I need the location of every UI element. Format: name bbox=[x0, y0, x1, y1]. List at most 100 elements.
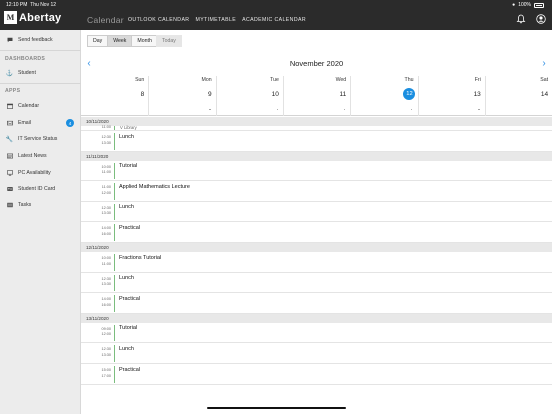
event-color-bar bbox=[114, 126, 115, 130]
sidebar-item-tasks[interactable]: Tasks bbox=[6, 198, 78, 212]
today-date-number: 12 bbox=[403, 88, 416, 100]
event-color-bar bbox=[114, 162, 115, 180]
sidebar-divider bbox=[0, 50, 81, 51]
event-row[interactable]: 15:00 17:00 Practical bbox=[81, 364, 552, 385]
day-column[interactable]: Thu 12 bbox=[350, 76, 417, 116]
send-feedback-item[interactable]: Send feedback bbox=[6, 33, 78, 47]
sidebar-item-student[interactable]: ⚓ Student bbox=[6, 66, 78, 80]
event-title: Tutorial bbox=[119, 163, 138, 170]
event-start-time: 15:00 bbox=[101, 368, 111, 372]
event-color-bar bbox=[114, 345, 115, 362]
day-number: 10 bbox=[271, 91, 279, 98]
tasks-icon bbox=[6, 202, 13, 208]
student-label: Student bbox=[18, 70, 36, 76]
event-start-time: 12:30 bbox=[101, 347, 111, 352]
nav-mytimetable[interactable]: MYTIMETABLE bbox=[195, 17, 236, 23]
send-feedback-label: Send feedback bbox=[18, 37, 53, 43]
event-end-time: 12:00 bbox=[101, 190, 111, 195]
day-number: 9 bbox=[207, 91, 212, 98]
app-logo[interactable]: M Abertay bbox=[4, 11, 61, 24]
event-title: Lunch bbox=[119, 345, 134, 352]
view-tabs: Day Week Month bbox=[87, 35, 158, 47]
profile-icon[interactable] bbox=[536, 14, 546, 24]
event-start-time: 11:00 bbox=[101, 185, 111, 190]
day-name: Wed bbox=[335, 77, 347, 83]
tab-day[interactable]: Day bbox=[87, 35, 109, 47]
event-row[interactable]: 10:00 11:00 Fractions Tutorial bbox=[81, 252, 552, 273]
month-title: November 2020 bbox=[289, 59, 344, 68]
sidebar-divider bbox=[0, 83, 81, 84]
date-header: 12/11/2020 bbox=[81, 243, 552, 252]
event-start-time: 10:00 bbox=[101, 164, 111, 169]
event-end-time: 16:00 bbox=[101, 231, 111, 236]
sidebar-item-calendar[interactable]: Calendar bbox=[6, 99, 78, 113]
event-end-time: 11:00 bbox=[101, 261, 111, 266]
sidebar-item-label: Tasks bbox=[18, 202, 32, 208]
day-number: 8 bbox=[140, 91, 145, 98]
sidebar-item-student-id-card[interactable]: Student ID Card bbox=[6, 182, 78, 196]
event-row[interactable]: 12:30 13:30 Lunch bbox=[81, 131, 552, 152]
battery-icon bbox=[534, 2, 544, 8]
day-column[interactable]: Sun 8 bbox=[81, 76, 148, 116]
event-end-time: 16:00 bbox=[101, 302, 111, 307]
nav-outlook-calendar[interactable]: OUTLOOK CALENDAR bbox=[128, 17, 189, 23]
news-icon bbox=[6, 153, 13, 159]
event-end-time: 17:00 bbox=[101, 373, 111, 378]
event-end-time: 13:30 bbox=[101, 211, 111, 216]
day-number: 13 bbox=[473, 91, 481, 98]
event-row[interactable]: 14:00 16:00 Practical bbox=[81, 293, 552, 314]
day-column[interactable]: Sat 14 bbox=[484, 76, 552, 116]
day-column[interactable]: Fri 13 bbox=[417, 76, 485, 116]
event-row[interactable]: 11:00 12:00 Applied Mathematics Lecture bbox=[81, 181, 552, 202]
event-title: Fractions Tutorial bbox=[119, 254, 162, 261]
event-color-bar bbox=[114, 183, 115, 200]
header-nav: OUTLOOK CALENDAR MYTIMETABLE ACADEMIC CA… bbox=[128, 17, 306, 23]
anchor-icon: ⚓ bbox=[5, 70, 14, 77]
day-name: Sun bbox=[135, 77, 145, 83]
event-title: Lunch bbox=[119, 204, 134, 211]
bell-icon[interactable] bbox=[516, 14, 526, 24]
sidebar-item-email[interactable]: Email 4 bbox=[6, 116, 78, 130]
date-header: 13/11/2020 bbox=[81, 313, 552, 323]
event-row[interactable]: 10:00 11:00 Tutorial bbox=[81, 161, 552, 182]
sidebar-item-label: PC Availability bbox=[18, 170, 51, 176]
event-row[interactable]: 12:30 13:30 Lunch bbox=[81, 273, 552, 294]
page-title: Calendar bbox=[87, 15, 124, 25]
email-count-badge: 4 bbox=[66, 119, 74, 127]
calendar-main: Day Week Month Today ‹ November 2020 › S… bbox=[81, 30, 552, 414]
day-column[interactable]: Tue 10 bbox=[215, 76, 283, 116]
event-row[interactable]: 12:30 13:30 Lunch bbox=[81, 202, 552, 223]
event-color-bar bbox=[114, 224, 115, 241]
day-name: Tue bbox=[270, 77, 279, 83]
logo-text: Abertay bbox=[19, 11, 62, 24]
next-month-icon[interactable]: › bbox=[539, 58, 549, 70]
event-end-time: 13:30 bbox=[101, 140, 111, 145]
day-column[interactable]: Wed 11 bbox=[282, 76, 350, 116]
email-icon bbox=[6, 120, 13, 126]
top-bar: 12:10 PM Thu Nov 12 ● 100% M Abertay Cal… bbox=[0, 0, 552, 30]
sidebar-item-pc-availability[interactable]: PC Availability bbox=[6, 166, 78, 180]
tab-month[interactable]: Month bbox=[132, 35, 158, 47]
event-color-bar bbox=[114, 366, 115, 383]
sidebar-item-it-service-status[interactable]: 🔧 IT Service Status bbox=[6, 132, 78, 146]
agenda-list: 10/11/2020 11:00 V Library 12:30 13:30 Lunch 1… bbox=[81, 117, 552, 414]
id-card-icon bbox=[6, 186, 13, 192]
speech-bubble-icon bbox=[6, 37, 13, 43]
event-end-time: 13:30 bbox=[101, 352, 111, 357]
sidebar: Send feedback DASHBOARDS ⚓ Student APPS … bbox=[0, 30, 81, 414]
event-color-bar bbox=[114, 274, 115, 292]
day-name: Sat bbox=[540, 77, 549, 83]
sidebar-item-latest-news[interactable]: Latest News bbox=[6, 149, 78, 163]
event-row[interactable]: 09:00 12:00 Tutorial bbox=[81, 323, 552, 344]
event-start-time: 12:30 bbox=[101, 205, 111, 210]
day-name: Fri bbox=[474, 77, 481, 83]
event-row[interactable]: 14:00 16:00 Practical bbox=[81, 222, 552, 243]
day-column[interactable]: Mon 9 bbox=[148, 76, 215, 116]
today-button[interactable]: Today bbox=[156, 35, 182, 47]
tab-week[interactable]: Week bbox=[108, 35, 133, 47]
home-indicator[interactable] bbox=[207, 407, 346, 409]
day-number: 14 bbox=[540, 91, 549, 98]
sidebar-item-label: Calendar bbox=[18, 103, 40, 109]
nav-academic-calendar[interactable]: ACADEMIC CALENDAR bbox=[242, 17, 306, 23]
event-row[interactable]: 12:30 13:30 Lunch bbox=[81, 343, 552, 364]
